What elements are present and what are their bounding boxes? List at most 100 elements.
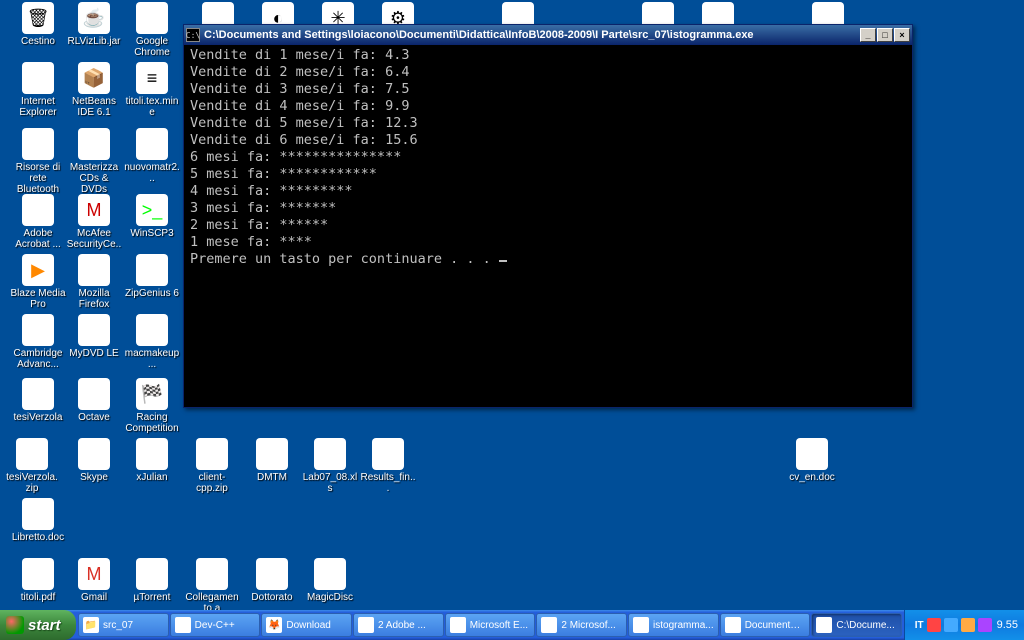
system-tray[interactable]: IT 9.55: [904, 610, 1024, 640]
desktop-icon[interactable]: eInternet Explorer: [10, 62, 66, 118]
desktop-icon[interactable]: AAdobe Acrobat ...: [10, 194, 66, 250]
desktop-icon[interactable]: Dottorato: [244, 558, 300, 603]
desktop-icon[interactable]: ZZipGenius 6: [124, 254, 180, 299]
app-icon: P: [372, 438, 404, 470]
icon-label: µTorrent: [124, 592, 180, 603]
taskbar-button[interactable]: 🦊 Download: [261, 613, 352, 637]
taskbar-button[interactable]: A2 Adobe ...: [353, 613, 444, 637]
desktop-icon[interactable]: MagicDisc: [302, 558, 358, 603]
icon-label: Blaze Media Pro: [10, 288, 66, 310]
app-icon: W: [22, 498, 54, 530]
tray-icon[interactable]: [961, 618, 975, 632]
icon-label: Octave: [66, 412, 122, 423]
taskbar-button[interactable]: WDocumento ...: [720, 613, 811, 637]
desktop-icon[interactable]: MGmail: [66, 558, 122, 603]
task-icon: X: [450, 617, 466, 633]
icon-label: tesiVerzola: [10, 412, 66, 423]
desktop-icon[interactable]: nuovomatr2...: [124, 128, 180, 184]
desktop-icon[interactable]: Mozilla Firefox: [66, 254, 122, 310]
tray-icon[interactable]: [944, 618, 958, 632]
desktop-icon[interactable]: 🏁Racing Competition: [124, 378, 180, 434]
task-label: Download: [286, 620, 330, 631]
desktop-icon[interactable]: Cambridge Advanc...: [10, 314, 66, 370]
taskbar-button[interactable]: ◧ Dev-C++: [170, 613, 261, 637]
close-button[interactable]: ×: [894, 28, 910, 42]
task-icon: 🦊: [266, 617, 282, 633]
minimize-button[interactable]: _: [860, 28, 876, 42]
maximize-button[interactable]: □: [877, 28, 893, 42]
icon-label: Dottorato: [244, 592, 300, 603]
desktop-icon[interactable]: ☕RLVizLib.jar: [66, 2, 122, 47]
app-icon: M: [78, 558, 110, 590]
language-indicator[interactable]: IT: [915, 620, 924, 631]
taskbar-button[interactable]: 📁src_07: [78, 613, 169, 637]
desktop-icon[interactable]: DMTM: [244, 438, 300, 483]
desktop-icon[interactable]: tesiVerzola: [10, 378, 66, 423]
taskbar-button[interactable]: ⊞ istogramma...: [628, 613, 719, 637]
app-icon: 🗑: [22, 2, 54, 34]
taskbar-button[interactable]: X Microsoft E...: [445, 613, 536, 637]
task-label: istogramma...: [653, 620, 714, 631]
task-label: Dev-C++: [195, 620, 235, 631]
desktop-icon[interactable]: 📦NetBeans IDE 6.1: [66, 62, 122, 118]
taskbar: start 📁src_07 ◧ Dev-C++ 🦊 Download A2 Adobe .…: [0, 610, 1024, 640]
titlebar[interactable]: C:\ C:\Documents and Settings\loiacono\D…: [184, 25, 912, 45]
start-button[interactable]: start: [0, 610, 76, 640]
desktop-icon[interactable]: Google Chrome: [124, 2, 180, 58]
desktop-icon[interactable]: Masterizza CDs & DVDs: [66, 128, 122, 195]
app-icon: W: [796, 438, 828, 470]
desktop-icon[interactable]: Wcv_en.doc: [784, 438, 840, 483]
task-icon: 📁: [83, 617, 99, 633]
window-title: C:\Documents and Settings\loiacono\Docum…: [204, 29, 860, 41]
desktop-icon[interactable]: ≡titoli.tex.mine: [124, 62, 180, 118]
app-icon: [136, 438, 168, 470]
desktop-icon[interactable]: 🗑 Cestino: [10, 2, 66, 47]
cursor: [499, 260, 507, 262]
desktop-icon[interactable]: xJulian: [124, 438, 180, 483]
app-icon: µ: [136, 558, 168, 590]
icon-label: Skype: [66, 472, 122, 483]
taskbar-button[interactable]: W 2 Microsof...: [536, 613, 627, 637]
console-output[interactable]: Vendite di 1 mese/i fa: 4.3 Vendite di 2…: [188, 45, 908, 403]
app-icon: [136, 2, 168, 34]
task-icon: ◧: [175, 617, 191, 633]
app-icon: 📦: [78, 62, 110, 94]
desktop-icon[interactable]: µ µTorrent: [124, 558, 180, 603]
icon-label: NetBeans IDE 6.1: [66, 96, 122, 118]
icon-label: cv_en.doc: [784, 472, 840, 483]
desktop-icon[interactable]: macmakeup...: [124, 314, 180, 370]
app-icon: M: [78, 194, 110, 226]
clock[interactable]: 9.55: [997, 619, 1018, 631]
tray-icon[interactable]: [927, 618, 941, 632]
task-label: 2 Microsof...: [561, 620, 615, 631]
desktop-icon[interactable]: Ptitoli.pdf: [10, 558, 66, 603]
desktop-icon[interactable]: PResults_fin...: [360, 438, 416, 494]
icon-label: Cambridge Advanc...: [10, 348, 66, 370]
icon-label: client-cpp.zip: [184, 472, 240, 494]
start-label: start: [28, 617, 61, 634]
desktop-icon[interactable]: Zclient-cpp.zip: [184, 438, 240, 494]
app-icon: [136, 314, 168, 346]
app-icon: ☕: [78, 2, 110, 34]
desktop-icon[interactable]: WLibretto.doc: [10, 498, 66, 543]
desktop-icon[interactable]: ᛒRisorse di rete Bluetooth: [10, 128, 66, 195]
taskbar-button[interactable]: ▪C:\Docume...: [811, 613, 902, 637]
app-icon: 🏁: [136, 378, 168, 410]
icon-label: Risorse di rete Bluetooth: [10, 162, 66, 195]
desktop-icon[interactable]: SSkype: [66, 438, 122, 483]
desktop-icon[interactable]: ▶Blaze Media Pro: [10, 254, 66, 310]
desktop-icon[interactable]: ◎Octave: [66, 378, 122, 423]
desktop-icon[interactable]: XLab07_08.xls: [302, 438, 358, 494]
desktop-icon[interactable]: MyDVD LE: [66, 314, 122, 359]
task-icon: W: [541, 617, 557, 633]
desktop-icon[interactable]: ZtesiVerzola.zip: [4, 438, 60, 494]
icon-label: Cestino: [10, 36, 66, 47]
tray-icon[interactable]: [978, 618, 992, 632]
app-icon: Z: [196, 438, 228, 470]
desktop-icon[interactable]: MMcAfee SecurityCe...: [66, 194, 122, 261]
task-label: Microsoft E...: [470, 620, 528, 631]
task-icon: ⊞: [633, 617, 649, 633]
desktop-icon[interactable]: >_WinSCP3: [124, 194, 180, 239]
icon-label: Adobe Acrobat ...: [10, 228, 66, 250]
app-icon: ᛒ: [22, 128, 54, 160]
